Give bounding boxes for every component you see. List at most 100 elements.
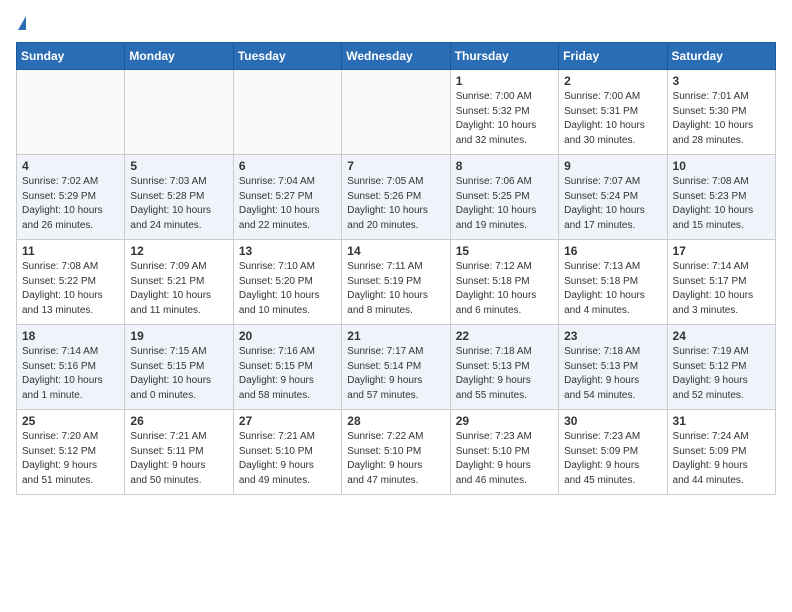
day-number: 16: [564, 244, 661, 258]
calendar-week-row: 18 Sunrise: 7:14 AM Sunset: 5:16 PM Dayli…: [17, 325, 776, 410]
day-number: 20: [239, 329, 336, 343]
calendar-table: SundayMondayTuesdayWednesdayThursdayFrid…: [16, 42, 776, 495]
calendar-cell: 12 Sunrise: 7:09 AM Sunset: 5:21 PM Dayli…: [125, 240, 233, 325]
day-info: Sunrise: 7:00 AM Sunset: 5:31 PM Dayligh…: [564, 90, 661, 148]
day-info: Sunrise: 7:02 AM Sunset: 5:29 PM Dayligh…: [22, 175, 119, 233]
calendar-cell: 1 Sunrise: 7:00 AM Sunset: 5:32 PM Daylig…: [450, 70, 558, 155]
calendar-cell: 13Sunrise: 7:10 AM Sunset: 5:20 PM Dayli…: [233, 240, 341, 325]
calendar-cell: [17, 70, 125, 155]
calendar-cell: 27Sunrise: 7:21 AM Sunset: 5:10 PM Dayli…: [233, 410, 341, 495]
header-row: SundayMondayTuesdayWednesdayThursdayFrid…: [17, 43, 776, 70]
logo-triangle-icon: [18, 16, 26, 30]
day-number: 28: [347, 414, 444, 428]
calendar-cell: 24 Sunrise: 7:19 AM Sunset: 5:12 PM Dayli…: [667, 325, 775, 410]
header-cell-friday: Friday: [559, 43, 667, 70]
calendar-cell: 10 Sunrise: 7:08 AM Sunset: 5:23 PM Dayli…: [667, 155, 775, 240]
day-info: Sunrise: 7:14 AM Sunset: 5:17 PM Dayligh…: [673, 260, 770, 318]
day-number: 15: [456, 244, 553, 258]
calendar-cell: 3 Sunrise: 7:01 AM Sunset: 5:30 PM Daylig…: [667, 70, 775, 155]
day-number: 7: [347, 159, 444, 173]
calendar-cell: 4 Sunrise: 7:02 AM Sunset: 5:29 PM Daylig…: [17, 155, 125, 240]
day-info: Sunrise: 7:12 AM Sunset: 5:18 PM Dayligh…: [456, 260, 553, 318]
calendar-cell: [342, 70, 450, 155]
day-info: Sunrise: 7:04 AM Sunset: 5:27 PM Dayligh…: [239, 175, 336, 233]
header-cell-thursday: Thursday: [450, 43, 558, 70]
day-number: 5: [130, 159, 227, 173]
day-number: 26: [130, 414, 227, 428]
calendar-cell: 26 Sunrise: 7:21 AM Sunset: 5:11 PM Dayli…: [125, 410, 233, 495]
day-info: Sunrise: 7:07 AM Sunset: 5:24 PM Dayligh…: [564, 175, 661, 233]
day-number: 17: [673, 244, 770, 258]
day-info: Sunrise: 7:17 AM Sunset: 5:14 PM Dayligh…: [347, 345, 444, 403]
day-number: 3: [673, 74, 770, 88]
day-number: 8: [456, 159, 553, 173]
day-number: 29: [456, 414, 553, 428]
calendar-cell: 21 Sunrise: 7:17 AM Sunset: 5:14 PM Dayli…: [342, 325, 450, 410]
day-info: Sunrise: 7:20 AM Sunset: 5:12 PM Dayligh…: [22, 430, 119, 488]
day-info: Sunrise: 7:16 AM Sunset: 5:15 PM Dayligh…: [239, 345, 336, 403]
day-info: Sunrise: 7:06 AM Sunset: 5:25 PM Dayligh…: [456, 175, 553, 233]
day-number: 25: [22, 414, 119, 428]
day-info: Sunrise: 7:03 AM Sunset: 5:28 PM Dayligh…: [130, 175, 227, 233]
day-info: Sunrise: 7:19 AM Sunset: 5:12 PM Dayligh…: [673, 345, 770, 403]
day-info: Sunrise: 7:18 AM Sunset: 5:13 PM Dayligh…: [564, 345, 661, 403]
day-info: Sunrise: 7:01 AM Sunset: 5:30 PM Dayligh…: [673, 90, 770, 148]
header-cell-tuesday: Tuesday: [233, 43, 341, 70]
day-number: 12: [130, 244, 227, 258]
calendar-cell: 22Sunrise: 7:18 AM Sunset: 5:13 PM Dayli…: [450, 325, 558, 410]
calendar-cell: 20 Sunrise: 7:16 AM Sunset: 5:15 PM Dayli…: [233, 325, 341, 410]
logo: [16, 16, 26, 32]
day-number: 4: [22, 159, 119, 173]
day-number: 21: [347, 329, 444, 343]
day-info: Sunrise: 7:22 AM Sunset: 5:10 PM Dayligh…: [347, 430, 444, 488]
calendar-cell: 16 Sunrise: 7:13 AM Sunset: 5:18 PM Dayli…: [559, 240, 667, 325]
day-number: 30: [564, 414, 661, 428]
day-number: 22: [456, 329, 553, 343]
calendar-cell: 9Sunrise: 7:07 AM Sunset: 5:24 PM Daylig…: [559, 155, 667, 240]
day-number: 1: [456, 74, 553, 88]
calendar-cell: 7 Sunrise: 7:05 AM Sunset: 5:26 PM Daylig…: [342, 155, 450, 240]
calendar-cell: 25 Sunrise: 7:20 AM Sunset: 5:12 PM Dayli…: [17, 410, 125, 495]
day-number: 2: [564, 74, 661, 88]
day-info: Sunrise: 7:08 AM Sunset: 5:23 PM Dayligh…: [673, 175, 770, 233]
header-cell-monday: Monday: [125, 43, 233, 70]
calendar-cell: 11 Sunrise: 7:08 AM Sunset: 5:22 PM Dayli…: [17, 240, 125, 325]
day-info: Sunrise: 7:21 AM Sunset: 5:11 PM Dayligh…: [130, 430, 227, 488]
day-info: Sunrise: 7:10 AM Sunset: 5:20 PM Dayligh…: [239, 260, 336, 318]
header-cell-saturday: Saturday: [667, 43, 775, 70]
day-number: 23: [564, 329, 661, 343]
day-number: 24: [673, 329, 770, 343]
calendar-cell: [233, 70, 341, 155]
day-number: 18: [22, 329, 119, 343]
day-info: Sunrise: 7:15 AM Sunset: 5:15 PM Dayligh…: [130, 345, 227, 403]
day-number: 14: [347, 244, 444, 258]
day-number: 27: [239, 414, 336, 428]
day-info: Sunrise: 7:09 AM Sunset: 5:21 PM Dayligh…: [130, 260, 227, 318]
header-cell-wednesday: Wednesday: [342, 43, 450, 70]
calendar-cell: 8 Sunrise: 7:06 AM Sunset: 5:25 PM Daylig…: [450, 155, 558, 240]
calendar-cell: 14Sunrise: 7:11 AM Sunset: 5:19 PM Dayli…: [342, 240, 450, 325]
calendar-cell: 28 Sunrise: 7:22 AM Sunset: 5:10 PM Dayli…: [342, 410, 450, 495]
header: [16, 16, 776, 32]
header-cell-sunday: Sunday: [17, 43, 125, 70]
day-number: 11: [22, 244, 119, 258]
day-info: Sunrise: 7:14 AM Sunset: 5:16 PM Dayligh…: [22, 345, 119, 403]
day-info: Sunrise: 7:13 AM Sunset: 5:18 PM Dayligh…: [564, 260, 661, 318]
day-info: Sunrise: 7:05 AM Sunset: 5:26 PM Dayligh…: [347, 175, 444, 233]
calendar-week-row: 25 Sunrise: 7:20 AM Sunset: 5:12 PM Dayli…: [17, 410, 776, 495]
calendar-cell: 6Sunrise: 7:04 AM Sunset: 5:27 PM Daylig…: [233, 155, 341, 240]
calendar-cell: 15 Sunrise: 7:12 AM Sunset: 5:18 PM Dayli…: [450, 240, 558, 325]
calendar-cell: 2 Sunrise: 7:00 AM Sunset: 5:31 PM Daylig…: [559, 70, 667, 155]
calendar-cell: 17 Sunrise: 7:14 AM Sunset: 5:17 PM Dayli…: [667, 240, 775, 325]
day-info: Sunrise: 7:08 AM Sunset: 5:22 PM Dayligh…: [22, 260, 119, 318]
calendar-cell: 29Sunrise: 7:23 AM Sunset: 5:10 PM Dayli…: [450, 410, 558, 495]
calendar-week-row: 11 Sunrise: 7:08 AM Sunset: 5:22 PM Dayli…: [17, 240, 776, 325]
day-number: 10: [673, 159, 770, 173]
calendar-cell: [125, 70, 233, 155]
day-number: 31: [673, 414, 770, 428]
day-info: Sunrise: 7:00 AM Sunset: 5:32 PM Dayligh…: [456, 90, 553, 148]
calendar-cell: 31Sunrise: 7:24 AM Sunset: 5:09 PM Dayli…: [667, 410, 775, 495]
calendar-cell: 30Sunrise: 7:23 AM Sunset: 5:09 PM Dayli…: [559, 410, 667, 495]
calendar-cell: 5 Sunrise: 7:03 AM Sunset: 5:28 PM Daylig…: [125, 155, 233, 240]
calendar-cell: 23 Sunrise: 7:18 AM Sunset: 5:13 PM Dayli…: [559, 325, 667, 410]
